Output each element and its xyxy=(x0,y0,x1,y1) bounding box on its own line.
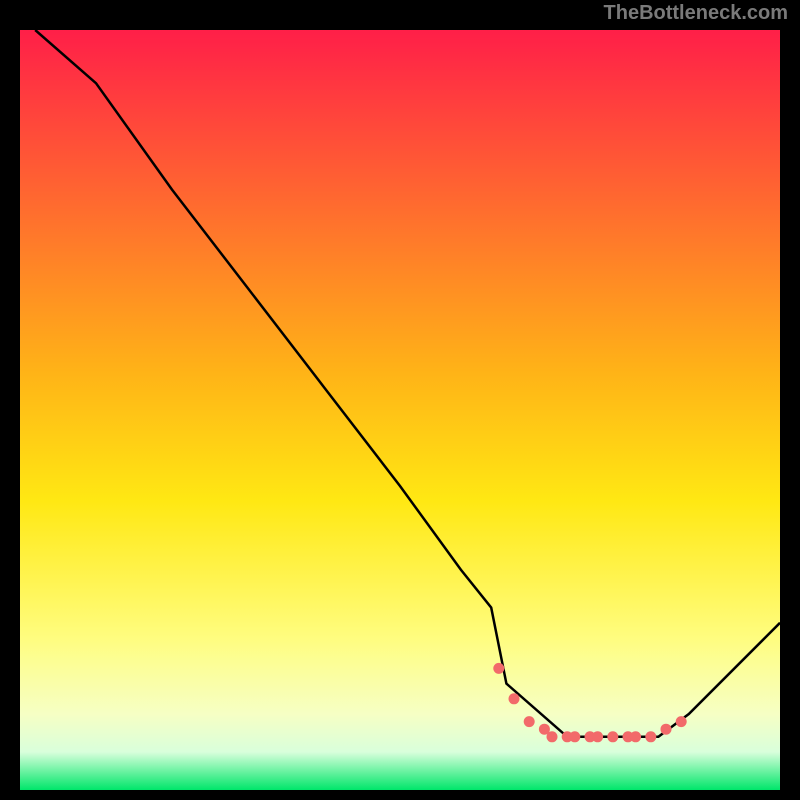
chart-background xyxy=(20,30,780,790)
highlight-dot xyxy=(676,716,687,727)
highlight-dot xyxy=(645,731,656,742)
bottleneck-chart xyxy=(20,30,780,790)
highlight-dot xyxy=(607,731,618,742)
highlight-dot xyxy=(493,663,504,674)
highlight-dot xyxy=(592,731,603,742)
highlight-dot xyxy=(661,724,672,735)
highlight-dot xyxy=(547,731,558,742)
chart-stage: TheBottleneck.com xyxy=(0,0,800,800)
highlight-dot xyxy=(569,731,580,742)
highlight-dot xyxy=(630,731,641,742)
attribution-text: TheBottleneck.com xyxy=(604,2,788,25)
highlight-dot xyxy=(509,693,520,704)
highlight-dot xyxy=(524,716,535,727)
